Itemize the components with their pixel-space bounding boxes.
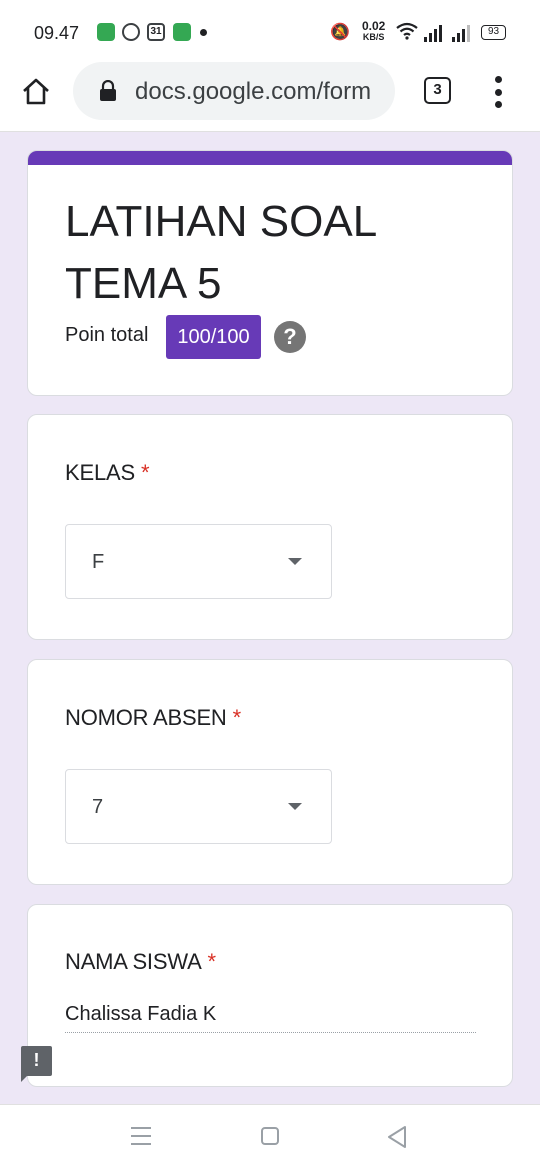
browser-toolbar: docs.google.com/form 3 — [0, 62, 540, 132]
help-icon[interactable]: ? — [274, 321, 306, 353]
notification-dot-icon — [200, 29, 207, 36]
signal-icon-2 — [452, 24, 470, 42]
more-options-icon[interactable] — [491, 76, 505, 108]
chevron-down-icon — [288, 558, 302, 565]
messenger-icon — [97, 23, 115, 41]
signal-icon — [424, 24, 442, 42]
net-speed: 0.02 KB/S — [362, 19, 386, 43]
nomor-absen-dropdown[interactable]: 7 — [65, 769, 332, 844]
question-title: NAMA SISWA * — [65, 949, 216, 975]
dropdown-value: F — [92, 551, 105, 573]
header-accent-band — [28, 151, 512, 165]
nav-home-icon[interactable] — [261, 1127, 279, 1145]
report-feedback-icon[interactable]: ! — [21, 1046, 52, 1076]
question-title: NOMOR ABSEN * — [65, 705, 241, 731]
kelas-dropdown[interactable]: F — [65, 524, 332, 599]
status-bar: 09.47 31 🔕 0.02 KB/S 93 — [0, 0, 540, 62]
required-mark: * — [207, 949, 217, 974]
question-card-nomor-absen: NOMOR ABSEN * 7 — [27, 659, 513, 885]
points-label: Poin total — [65, 324, 149, 346]
status-time: 09.47 — [34, 23, 80, 43]
feedback-icon-tail — [21, 1074, 29, 1082]
points-badge: 100/100 — [166, 315, 261, 359]
url-text: docs.google.com/form — [135, 78, 372, 105]
calendar-icon: 31 — [147, 23, 165, 41]
form-title: LATIHAN SOAL TEMA 5 — [65, 197, 376, 308]
battery-icon: 93 — [481, 25, 506, 40]
chat-icon — [122, 23, 140, 41]
mute-icon: 🔕 — [330, 24, 350, 41]
form-header-card: LATIHAN SOAL TEMA 5 Poin total 100/100 ? — [27, 150, 513, 396]
system-nav-bar — [0, 1104, 540, 1170]
question-title: KELAS * — [65, 460, 150, 486]
required-mark: * — [232, 705, 242, 730]
wifi-icon — [396, 22, 418, 40]
question-card-kelas: KELAS * F — [27, 414, 513, 640]
nama-siswa-input[interactable]: Chalissa Fadia K — [65, 1003, 476, 1033]
net-speed-value: 0.02 — [362, 19, 386, 33]
home-icon[interactable] — [20, 76, 52, 108]
question-label: NOMOR ABSEN — [65, 705, 227, 730]
recent-apps-icon[interactable] — [131, 1127, 151, 1145]
tab-switcher-button[interactable]: 3 — [424, 77, 451, 104]
chevron-down-icon — [288, 803, 302, 810]
dropdown-value: 7 — [92, 796, 104, 818]
question-card-nama-siswa: NAMA SISWA * Chalissa Fadia K — [27, 904, 513, 1087]
question-label: KELAS — [65, 460, 135, 485]
question-label: NAMA SISWA — [65, 949, 202, 974]
required-mark: * — [140, 460, 150, 485]
address-bar[interactable]: docs.google.com/form — [73, 62, 395, 120]
nav-back-icon[interactable] — [386, 1125, 408, 1149]
lock-icon — [100, 80, 116, 101]
app-icon — [173, 23, 191, 41]
net-speed-unit: KB/S — [362, 32, 385, 42]
